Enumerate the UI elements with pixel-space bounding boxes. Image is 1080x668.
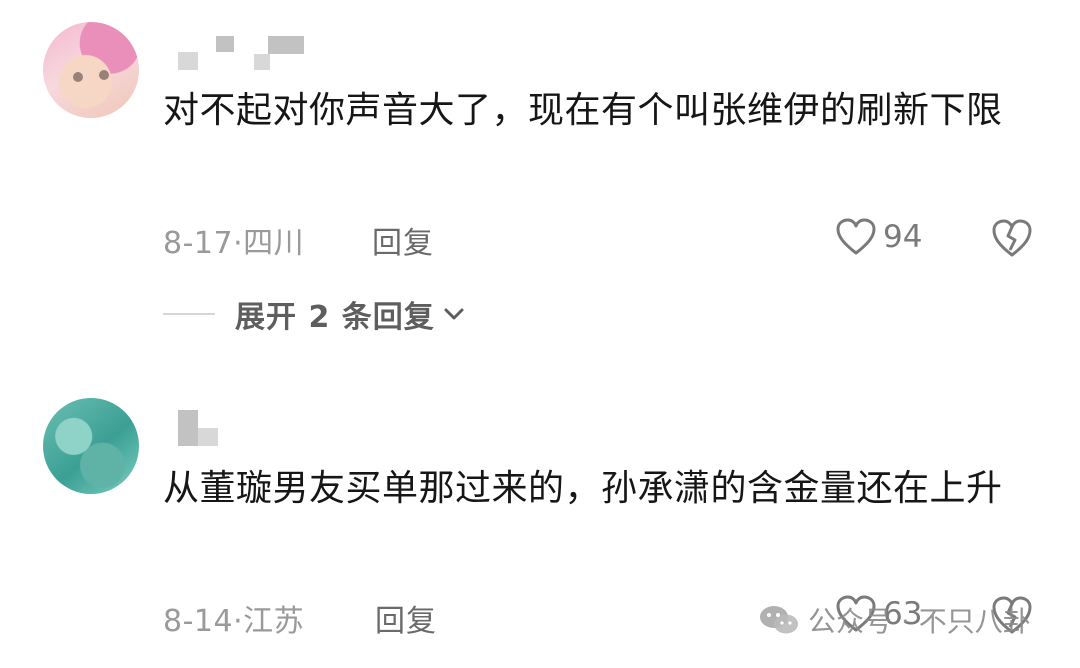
meta-separator: · xyxy=(233,226,244,261)
heart-icon xyxy=(836,218,876,255)
blur-pixel xyxy=(254,54,270,70)
broken-heart-icon[interactable] xyxy=(990,217,1034,259)
comment-text: 对不起对你声音大了，现在有个叫张维伊的刷新下限 xyxy=(163,90,1003,131)
meta-separator: · xyxy=(233,604,244,639)
like-button[interactable]: 94 xyxy=(835,217,922,257)
comment-meta: 8-17·四川 xyxy=(163,218,304,262)
watermark: 公众号 · 不只八卦 xyxy=(758,600,1031,640)
reply-button[interactable]: 回复 xyxy=(372,218,434,262)
comment-meta: 8-14·江苏 xyxy=(163,596,304,640)
avatar-eye xyxy=(99,70,109,80)
blur-pixel xyxy=(178,410,198,446)
like-count: 94 xyxy=(883,219,923,255)
blur-pixel xyxy=(268,36,304,54)
blur-pixel xyxy=(216,36,234,52)
watermark-text: 公众号 · 不只八卦 xyxy=(808,605,1031,638)
blur-pixel xyxy=(178,52,198,70)
comment-date: 8-17 xyxy=(163,226,234,261)
chevron-down-icon xyxy=(444,308,464,320)
divider-line xyxy=(163,313,215,315)
comment-location: 四川 xyxy=(243,226,305,261)
username-blurred[interactable] xyxy=(178,410,228,446)
avatar-eye xyxy=(73,72,83,82)
comment-text: 从董璇男友买单那过来的，孙承潇的含金量还在上升 xyxy=(163,468,1003,509)
expand-replies-label: 展开 2 条回复 xyxy=(235,300,435,335)
expand-replies-button[interactable]: 展开 2 条回复 xyxy=(163,292,467,336)
avatar[interactable] xyxy=(43,22,139,118)
wechat-icon xyxy=(760,606,798,634)
comment-date: 8-14 xyxy=(163,604,234,639)
comment-location: 江苏 xyxy=(243,604,305,639)
reply-button[interactable]: 回复 xyxy=(375,596,437,640)
username-blurred[interactable] xyxy=(178,32,308,70)
avatar[interactable] xyxy=(43,398,139,494)
blur-pixel xyxy=(198,428,218,446)
